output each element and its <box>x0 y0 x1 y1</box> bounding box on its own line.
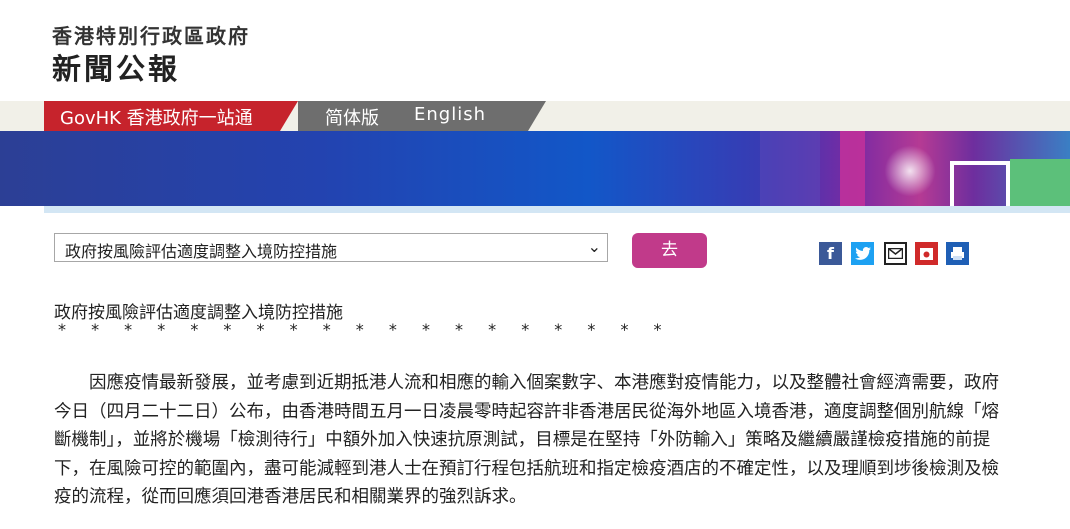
twitter-icon[interactable] <box>851 242 874 265</box>
banner-glow <box>880 141 940 201</box>
banner-frame <box>950 161 1010 206</box>
org-name: 香港特別行政區政府 <box>52 24 250 48</box>
email-icon[interactable] <box>884 242 907 265</box>
english-link[interactable]: English <box>414 104 486 125</box>
header-banner <box>0 131 1070 206</box>
govhk-tab-tip <box>280 101 298 131</box>
chevron-down-icon: ⌄ <box>587 237 601 256</box>
govhk-link[interactable]: GovHK 香港政府一站通 <box>60 104 253 130</box>
article-select[interactable]: 政府按風險評估適度調整入境防控措施 ⌄ <box>54 233 608 262</box>
language-tab-tip <box>528 101 546 131</box>
facebook-icon[interactable]: f <box>819 242 842 265</box>
weibo-icon[interactable] <box>915 242 938 265</box>
banner-pink-block <box>840 131 865 206</box>
banner-green-block <box>1010 159 1070 206</box>
banner-divider <box>44 206 1070 213</box>
header: 香港特別行政區政府 新聞公報 <box>0 0 1070 100</box>
article-select-value: 政府按風險評估適度調整入境防控措施 <box>65 242 338 261</box>
article-paragraph: 因應疫情最新發展，並考慮到近期抵港人流和相應的輸入個案數字、本港應對疫情能力，以… <box>54 373 999 507</box>
go-button[interactable]: 去 <box>632 233 707 268</box>
banner-stripe <box>760 131 820 206</box>
title-separator: * * * * * * * * * * * * * * * * * * * <box>58 320 672 339</box>
language-nav-bar: GovHK 香港政府一站通 简体版 English <box>0 101 1070 131</box>
bulletin-name: 新聞公報 <box>52 52 181 86</box>
print-icon[interactable] <box>946 242 969 265</box>
simplified-chinese-link[interactable]: 简体版 <box>325 104 379 130</box>
